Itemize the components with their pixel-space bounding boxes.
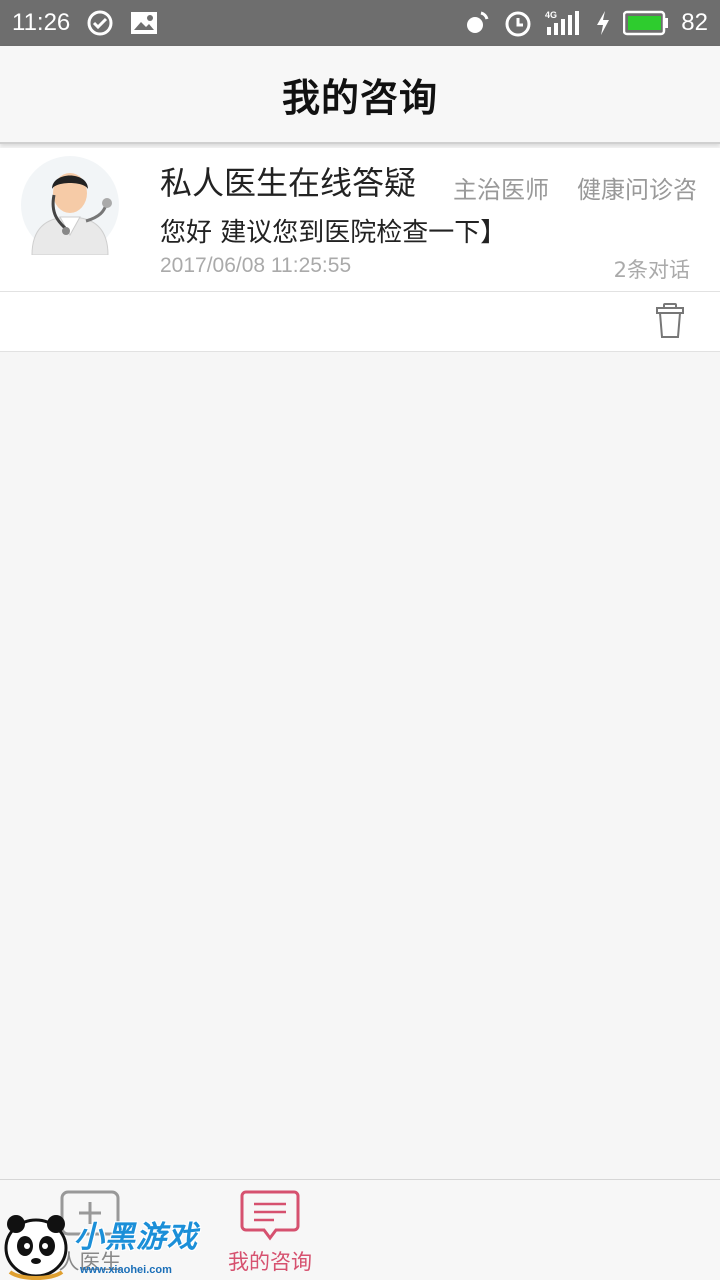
satellite-icon — [463, 9, 491, 37]
doctor-name: 私人医生在线答疑 — [160, 164, 417, 202]
card-action-row — [0, 292, 720, 352]
watermark-url: www.xiaohei.com — [80, 1264, 172, 1276]
signal-icon: 4G — [545, 9, 583, 37]
battery-percentage: 82 — [681, 9, 708, 36]
dialog-count: 2条对话 — [613, 258, 690, 282]
check-circle-icon — [86, 9, 114, 37]
battery-icon — [623, 10, 669, 36]
status-bar: 11:26 4G 82 — [0, 0, 720, 46]
watermark-text: 小黑游戏 — [74, 1220, 198, 1255]
app-header: 我的咨询 — [0, 46, 720, 144]
svg-text:4G: 4G — [545, 10, 557, 20]
consult-timestamp: 2017/06/08 11:25:55 — [160, 254, 352, 277]
image-notification-icon — [130, 10, 158, 36]
page-title: 我的咨询 — [281, 75, 438, 120]
chat-icon — [240, 1190, 300, 1246]
alarm-icon — [503, 8, 533, 38]
doctor-avatar — [20, 155, 120, 256]
charging-icon — [595, 10, 611, 36]
doctor-title: 主治医师 — [453, 176, 549, 204]
tab-my-consult-label: 我的咨询 — [228, 1250, 312, 1274]
consult-type: 健康问诊咨 — [577, 176, 697, 204]
last-message: 您好 建议您到医院检查一下】 — [160, 218, 507, 248]
status-time: 11:26 — [12, 9, 71, 36]
tab-my-consult[interactable]: 我的咨询 — [180, 1180, 360, 1280]
delete-button[interactable] — [654, 303, 686, 339]
content-area — [0, 353, 720, 1179]
trash-icon — [654, 303, 686, 339]
